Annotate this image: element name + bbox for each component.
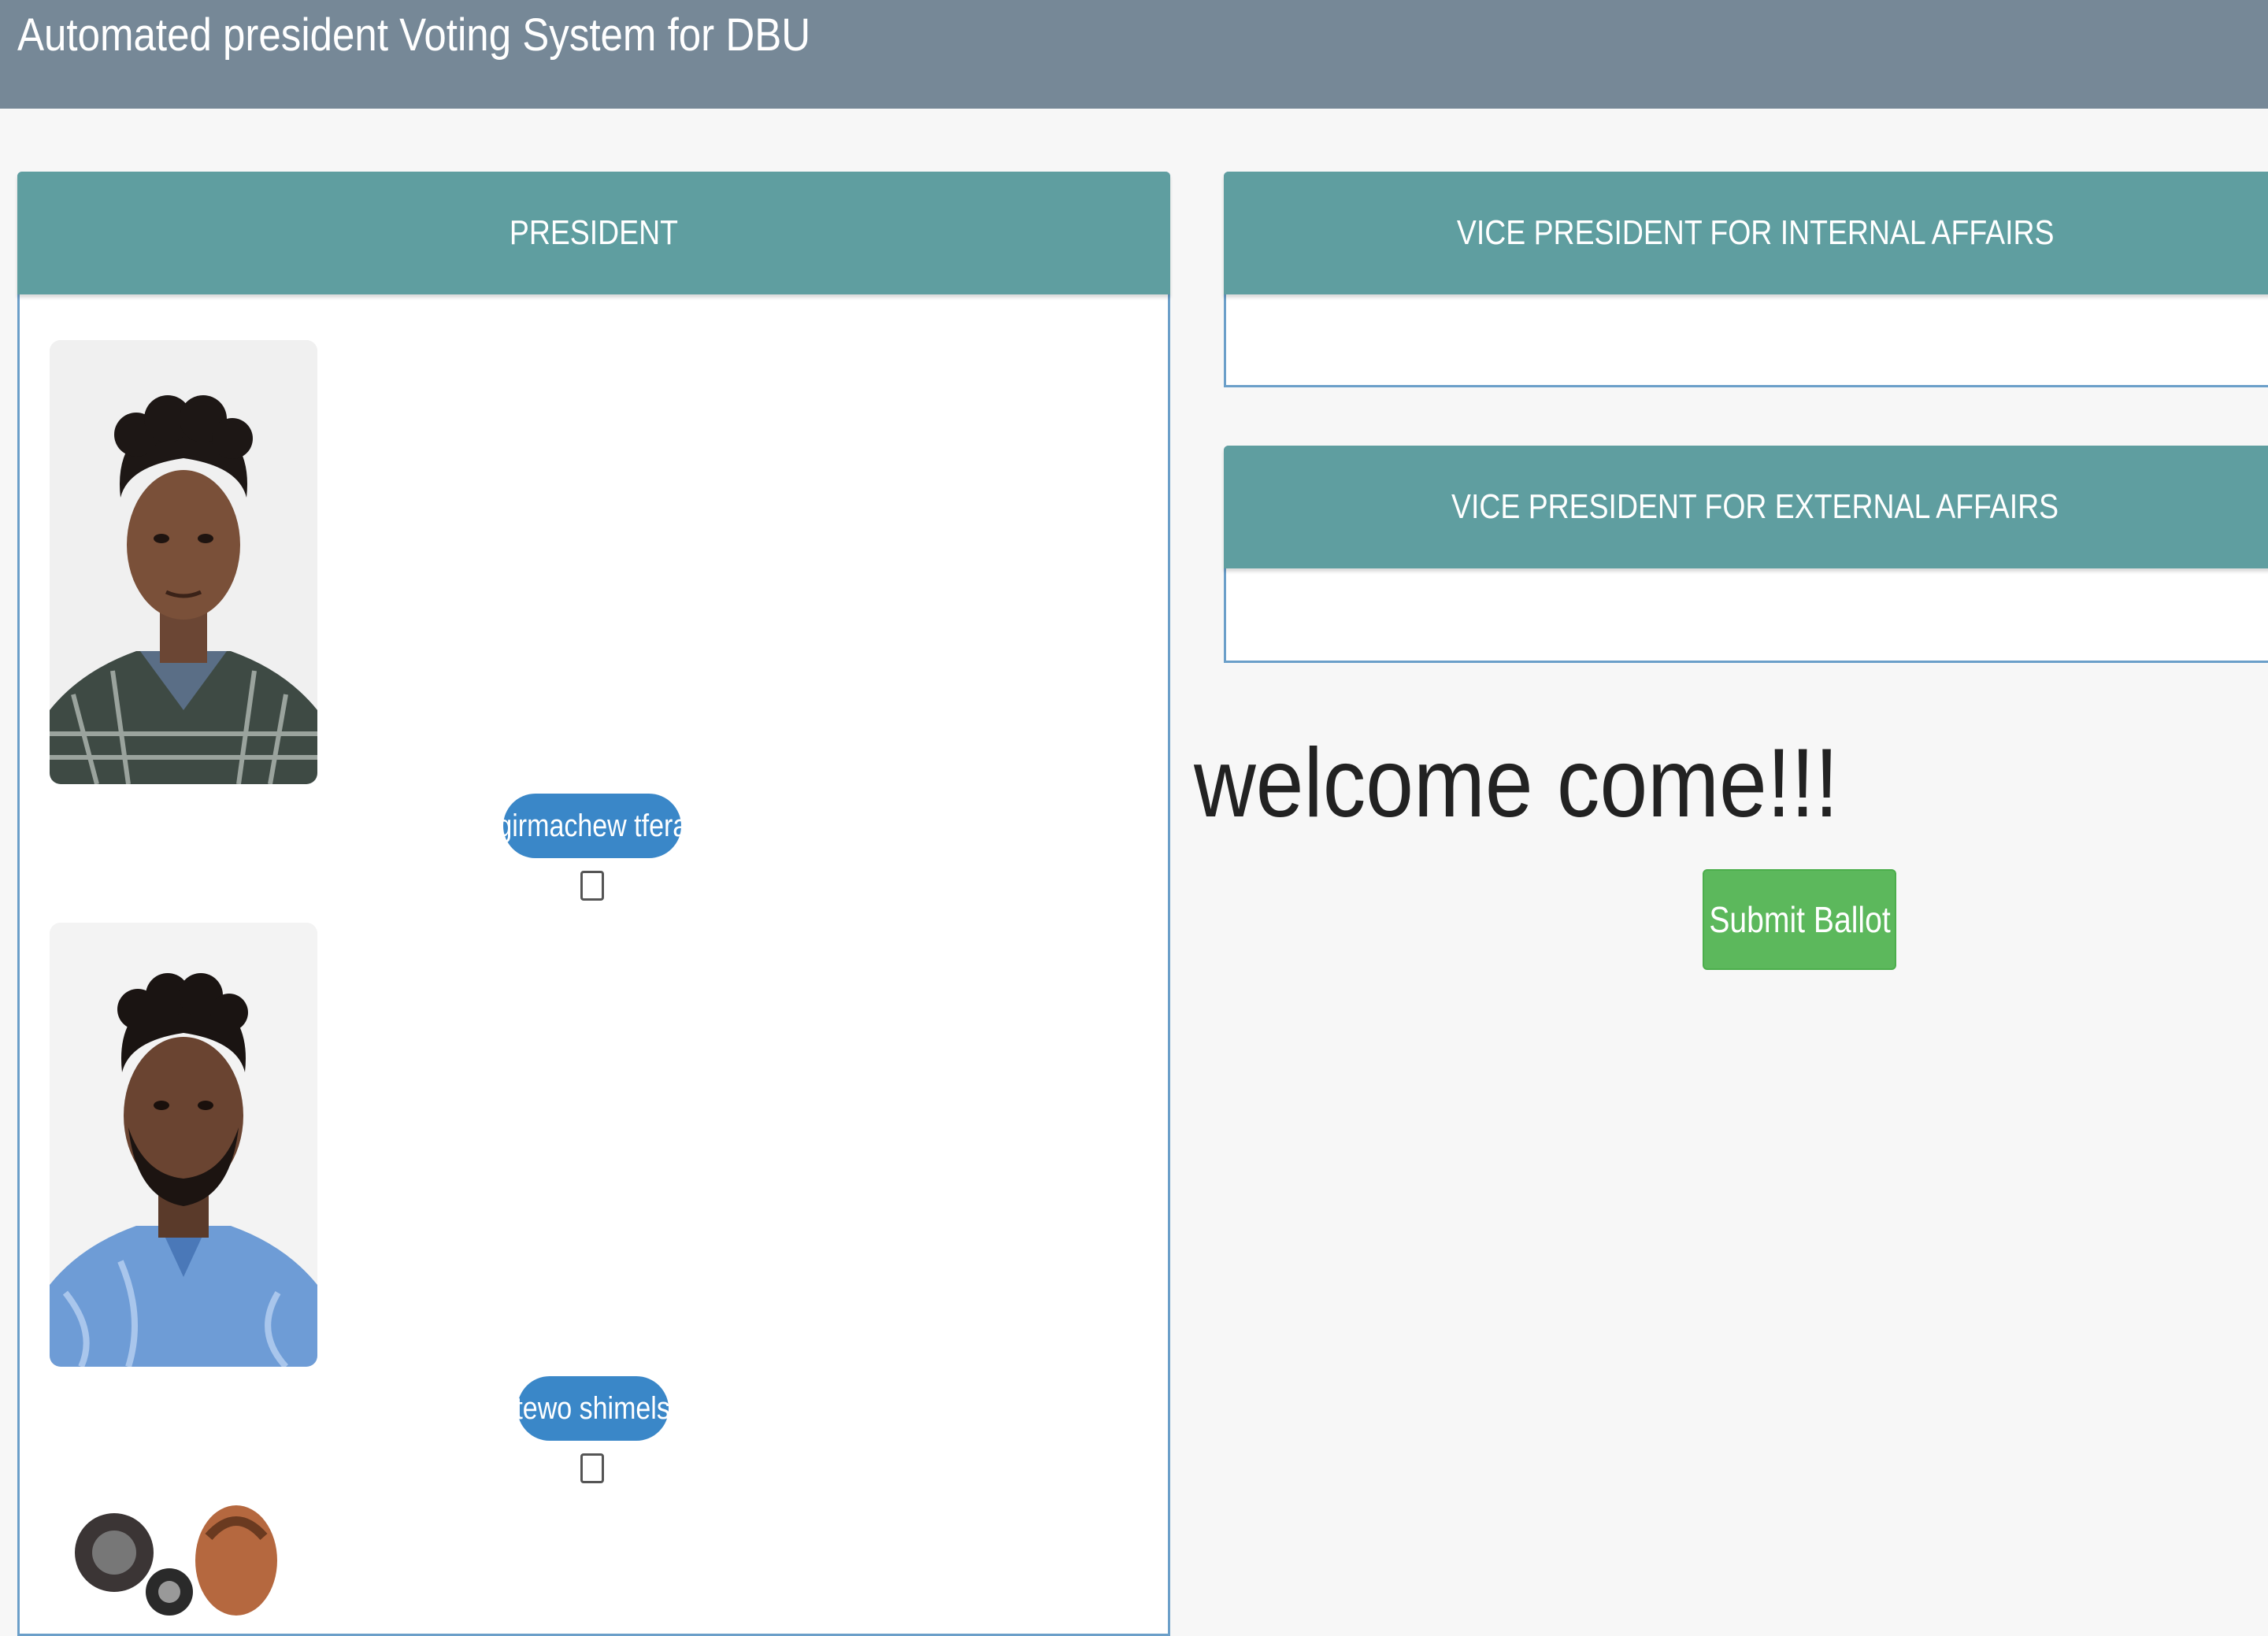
vp-internal-panel: VICE PRESIDENT FOR INTERNAL AFFAIRS — [1224, 172, 2268, 387]
president-panel: PRESIDENT girmachew tfera tewo shimels — [17, 172, 1170, 1636]
app-header: Automated president Voting System for DB… — [0, 0, 2268, 109]
submit-ballot-button[interactable]: Submit Ballot — [1703, 869, 1896, 970]
vp-external-panel-heading: VICE PRESIDENT FOR EXTERNAL AFFAIRS — [1224, 446, 2268, 568]
candidate-portrait-image — [50, 340, 317, 784]
candidate-photo-partial — [67, 1505, 303, 1623]
vp-internal-panel-heading: VICE PRESIDENT FOR INTERNAL AFFAIRS — [1224, 172, 2268, 294]
vp-external-panel: VICE PRESIDENT FOR EXTERNAL AFFAIRS — [1224, 446, 2268, 663]
candidate-photo-girmachew — [50, 340, 317, 784]
vote-checkbox-tewo[interactable] — [580, 1453, 604, 1483]
president-panel-title: PRESIDENT — [509, 213, 679, 252]
candidate-portrait-image — [67, 1505, 303, 1623]
candidate-name-girmachew: girmachew tfera — [497, 794, 687, 858]
candidate-photo-tewo — [50, 923, 317, 1367]
app-title: Automated president Voting System for DB… — [17, 9, 811, 61]
candidate-portrait-image — [50, 923, 317, 1367]
president-panel-heading: PRESIDENT — [17, 172, 1170, 294]
vp-external-panel-title: VICE PRESIDENT FOR EXTERNAL AFFAIRS — [1451, 487, 2059, 526]
submit-ballot-label: Submit Ballot — [1708, 899, 1891, 940]
vote-checkbox-girmachew[interactable] — [580, 871, 604, 901]
welcome-message: welcome come!!! — [1194, 729, 1839, 838]
candidate-name-tewo: tewo shimels — [516, 1376, 670, 1441]
vp-internal-panel-title: VICE PRESIDENT FOR INTERNAL AFFAIRS — [1456, 213, 2055, 252]
